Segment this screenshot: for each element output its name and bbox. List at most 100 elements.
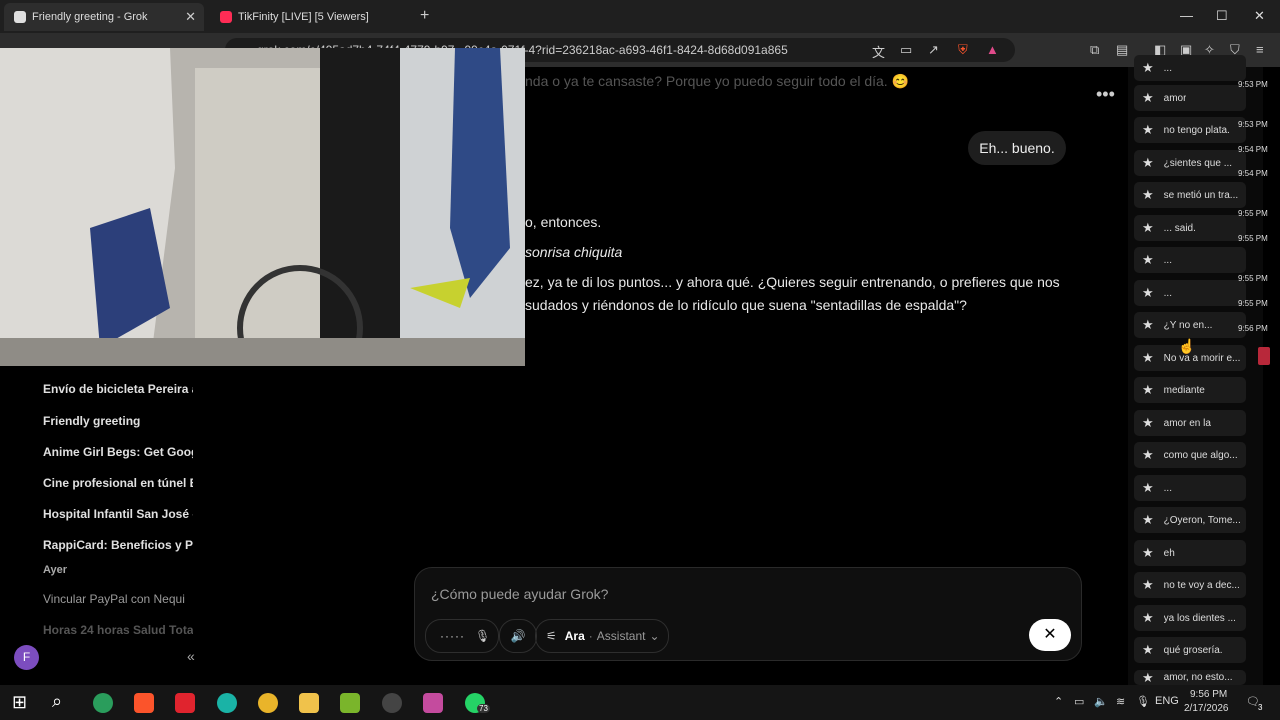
list-item[interactable]: ★ se metió un tra...: [1134, 182, 1246, 208]
maximize-icon[interactable]: ☐: [1216, 8, 1228, 24]
sidebar-item-active[interactable]: Friendly greeting: [43, 414, 193, 428]
share-icon[interactable]: ↗: [928, 42, 939, 58]
clock-time[interactable]: 9:56 PM: [1190, 689, 1227, 700]
close-tab-icon[interactable]: ✕: [185, 9, 196, 25]
message-composer: ¿Cómo puede ayudar Grok? ····· 🎙 🔊 ⚟ Ara…: [414, 567, 1082, 661]
list-item[interactable]: ★ ya los dientes ...: [1134, 605, 1246, 631]
sidebar-item[interactable]: Horas 24 horas Salud Total: [43, 623, 193, 637]
list-item[interactable]: ★ ¿Oyeron, Tome...: [1134, 507, 1246, 533]
sidebar-item[interactable]: Cine profesional en túnel Bo: [43, 476, 193, 490]
windows-start-icon[interactable]: ⊞: [12, 692, 27, 713]
live-indicator: [1258, 347, 1270, 365]
tab-tikfinity[interactable]: TikFinity [LIVE] [5 Viewers]: [210, 3, 410, 31]
star-icon: ★: [1142, 122, 1154, 137]
list-item[interactable]: ★ amor en la: [1134, 410, 1246, 436]
new-tab-icon[interactable]: +: [420, 7, 429, 25]
tab-grok[interactable]: Friendly greeting - Grok ✕: [4, 3, 204, 31]
overlay-timestamp: 9:54 PM: [1238, 169, 1268, 178]
star-icon: ★: [1142, 642, 1154, 657]
star-icon: ★: [1142, 512, 1154, 527]
file-explorer-icon[interactable]: [299, 693, 319, 713]
brave-browser-icon[interactable]: [134, 693, 154, 713]
voice-input-button[interactable]: ····· 🎙: [425, 619, 499, 653]
translate-icon[interactable]: 文: [872, 42, 885, 61]
chrome-icon[interactable]: [258, 693, 278, 713]
list-item[interactable]: ★... said.: [1134, 215, 1246, 241]
list-item[interactable]: ★ amor, no esto...: [1134, 670, 1246, 685]
tikfinity-favicon-icon: [220, 11, 232, 23]
app-green-icon[interactable]: [93, 693, 113, 713]
star-icon: ★: [1142, 317, 1154, 332]
voice-name: Ara: [564, 629, 585, 643]
star-icon: ★: [1142, 285, 1154, 300]
list-item[interactable]: ★ ¿sientes que ...: [1134, 150, 1246, 176]
list-item[interactable]: ★ mediante: [1134, 377, 1246, 403]
voice-selector[interactable]: ⚟ Ara · Assistant ⌄: [535, 619, 669, 653]
star-icon: ★: [1142, 480, 1154, 495]
sidebar-item[interactable]: Anime Girl Begs: Get Google: [43, 445, 193, 459]
brave-rewards-icon[interactable]: ▲: [986, 42, 999, 57]
list-item[interactable]: ★ ¿Y no en...: [1134, 312, 1246, 338]
sidebar-item[interactable]: RappiCard: Beneficios y Pro: [43, 538, 193, 552]
list-item[interactable]: ★ eh: [1134, 540, 1246, 566]
minimize-icon[interactable]: —: [1180, 8, 1193, 23]
wifi-icon[interactable]: ≋: [1116, 695, 1125, 708]
list-item[interactable]: ★...: [1134, 247, 1246, 273]
search-icon[interactable]: ⌕: [52, 691, 62, 712]
brave-shield-icon[interactable]: ⛨: [958, 42, 968, 58]
assistant-message-faded: nda o ya te cansaste? Porque yo puedo se…: [525, 73, 910, 89]
collapse-sidebar-icon[interactable]: «: [187, 648, 195, 664]
list-item[interactable]: ★ no tengo plata.: [1134, 117, 1246, 143]
overlay-timestamp: 9:55 PM: [1238, 209, 1268, 218]
reader-icon[interactable]: ▤: [1116, 42, 1128, 58]
list-item[interactable]: ★ no te voy a dec...: [1134, 572, 1246, 598]
chevron-down-icon: ⌄: [649, 629, 660, 643]
window-close-icon[interactable]: ✕: [1254, 8, 1265, 24]
sliders-icon: ⚟: [546, 629, 557, 643]
mic-icon[interactable]: 🎙: [1136, 695, 1150, 708]
more-options-icon[interactable]: •••: [1096, 84, 1115, 105]
star-icon: ★: [1142, 220, 1154, 235]
list-item[interactable]: ★...: [1134, 280, 1246, 306]
speaker-icon: 🔊: [510, 629, 526, 643]
sidebar-item[interactable]: Envío de bicicleta Pereira a: [43, 382, 193, 396]
list-item[interactable]: ★...: [1134, 475, 1246, 501]
speaker-button[interactable]: 🔊: [499, 619, 537, 653]
list-item[interactable]: ★ amor: [1134, 85, 1246, 111]
star-icon: ★: [1142, 155, 1154, 170]
obs-icon[interactable]: [382, 693, 402, 713]
star-icon: ★: [1142, 447, 1154, 462]
star-icon: ★: [1142, 415, 1154, 430]
sidebar-item[interactable]: Hospital Infantil San José -: [43, 507, 193, 521]
separator-dot: ·: [588, 629, 593, 643]
assistant-message-italic: sonrisa chiquita: [525, 244, 623, 260]
star-icon: ★: [1142, 610, 1154, 625]
composer-input[interactable]: ¿Cómo puede ayudar Grok?: [431, 586, 608, 602]
tray-chevron-icon[interactable]: ⌃: [1054, 695, 1063, 708]
webcam-overlay: [0, 48, 525, 366]
clock-date[interactable]: 2/17/2026: [1184, 703, 1229, 714]
volume-icon[interactable]: 🔈: [1094, 695, 1108, 708]
close-voice-button[interactable]: ✕: [1029, 619, 1071, 651]
assistant-message-line: o, entonces.: [525, 214, 602, 230]
app-teal-icon[interactable]: [217, 693, 237, 713]
extensions-icon[interactable]: ⧉: [1090, 42, 1099, 58]
star-icon: ★: [1142, 252, 1154, 267]
overlay-timestamp: 9:54 PM: [1238, 145, 1268, 154]
menu-icon[interactable]: ≡: [1256, 42, 1264, 57]
nvidia-icon[interactable]: [340, 693, 360, 713]
tikfinity-app-icon[interactable]: [423, 693, 443, 713]
star-icon: ★: [1142, 577, 1154, 592]
battery-icon[interactable]: ▭: [1074, 695, 1084, 708]
sidebar-item[interactable]: Vincular PayPal con Nequi: [43, 592, 193, 606]
cast-icon[interactable]: ▭: [900, 42, 912, 58]
language-indicator[interactable]: ENG: [1155, 695, 1179, 707]
list-item[interactable]: ★...: [1134, 55, 1246, 81]
list-item[interactable]: ★ como que algo...: [1134, 442, 1246, 468]
user-avatar[interactable]: F: [14, 645, 39, 670]
tab-title: Friendly greeting - Grok: [32, 11, 148, 23]
app-red-icon[interactable]: [175, 693, 195, 713]
star-icon: ★: [1142, 545, 1154, 560]
tab-title: TikFinity [LIVE] [5 Viewers]: [238, 11, 369, 23]
list-item[interactable]: ★ qué grosería.: [1134, 637, 1246, 663]
